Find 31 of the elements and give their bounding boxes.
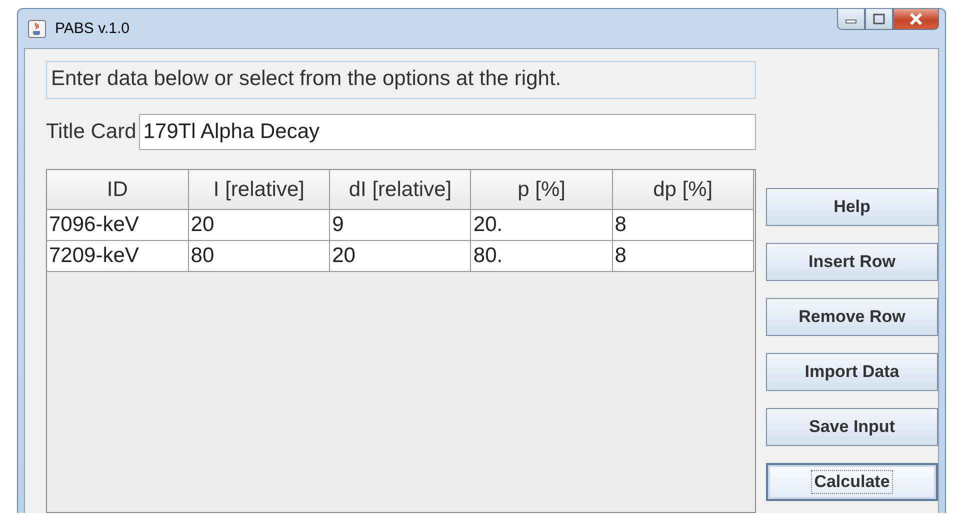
table-cell[interactable]: 80 [188,240,330,272]
close-icon [908,13,924,25]
table-cell[interactable]: 7209-keV [47,240,188,272]
column-header[interactable]: p [%] [470,170,612,210]
action-button[interactable]: Remove Row [766,298,938,336]
table-cell[interactable]: 20 [330,240,471,272]
field-label: Title Card [46,120,136,144]
minimize-button[interactable] [837,9,865,30]
maximize-button[interactable] [865,9,893,30]
title-card-field[interactable]: 179Tl Alpha Decay [139,114,756,150]
instruction-text: Enter data below or select from the options at the right. [46,61,756,99]
table-cell[interactable]: 7096-keV [47,210,188,240]
table-cell[interactable]: 8 [612,240,754,272]
coffee-cup-icon [28,20,46,38]
table-cell[interactable]: 9 [330,210,471,240]
column-header[interactable]: I [relative] [188,170,330,210]
table-cell[interactable]: 8 [612,210,754,240]
action-button[interactable]: Import Data [766,353,938,391]
action-button[interactable]: Save Input [766,408,938,446]
action-button[interactable]: Calculate [766,463,938,501]
action-button[interactable]: Help [766,188,938,226]
column-header[interactable]: dp [%] [612,170,754,210]
column-header[interactable]: ID [47,170,188,210]
maximize-icon [872,13,886,25]
close-button[interactable] [893,9,939,30]
action-button[interactable]: Insert Row [766,243,938,281]
window-title: PABS v.1.0 [55,20,130,37]
table-cell[interactable]: 20 [188,210,330,240]
table-cell[interactable]: 20. [470,210,612,240]
table-cell[interactable]: 80. [470,240,612,272]
column-header[interactable]: dI [relative] [330,170,471,210]
